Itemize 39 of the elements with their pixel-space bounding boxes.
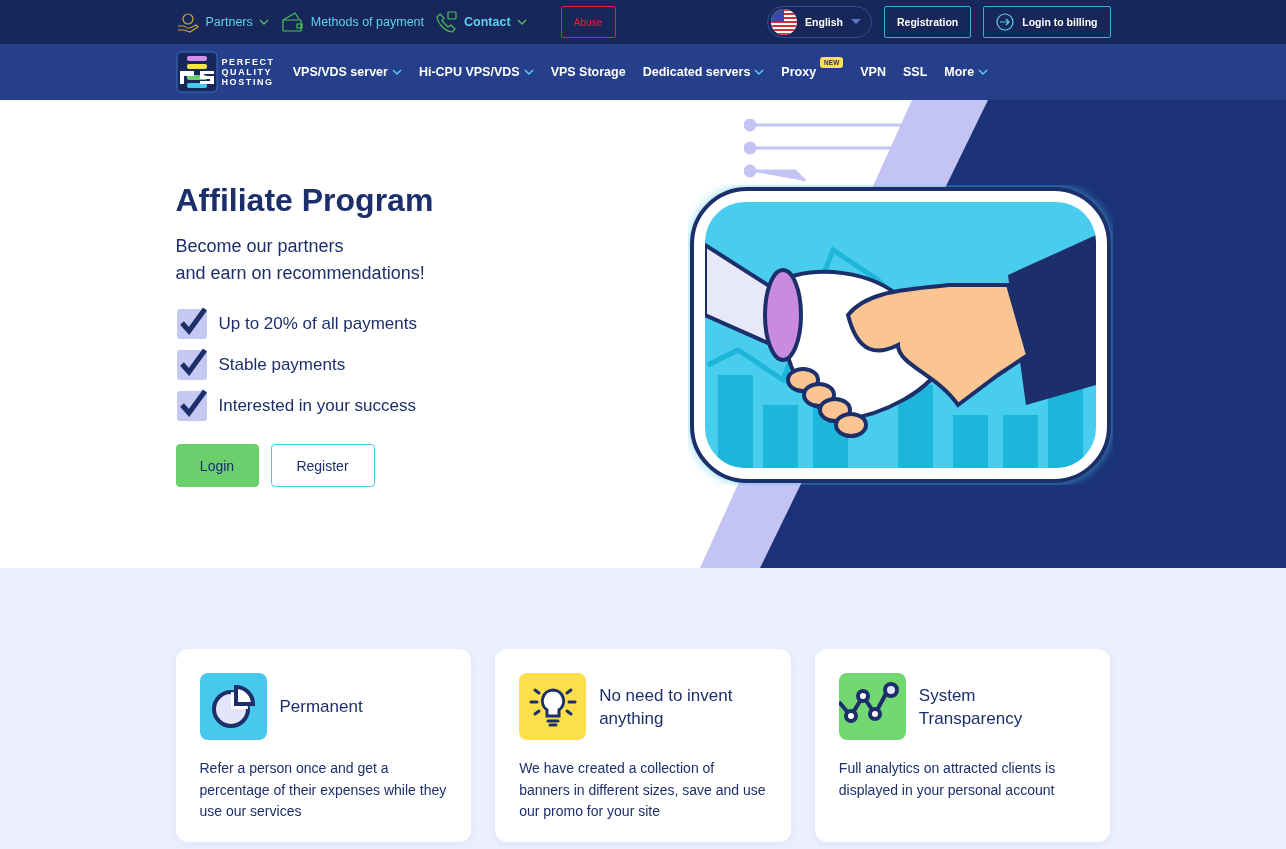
card-title: No need to invent anything	[599, 684, 734, 730]
registration-button[interactable]: Registration	[884, 6, 972, 38]
top-link[interactable]: Contact	[436, 11, 527, 33]
nav-link[interactable]: VPS/VDS server	[292, 65, 402, 79]
logo-icon	[175, 51, 218, 93]
login-button[interactable]: Login	[175, 444, 259, 487]
subtitle-text: Become our partners	[175, 235, 345, 258]
logo-text: HOSTING	[221, 77, 275, 87]
feature-text: Interested in your success	[218, 395, 416, 416]
card-title: Permanent	[279, 696, 363, 718]
top-link[interactable]: Methods of payment	[280, 11, 424, 33]
nav-link[interactable]: More	[944, 65, 989, 79]
nav-link[interactable]: SSL	[903, 65, 928, 79]
card-text: Full analytics on attracted clients is displayed in your personal account	[838, 759, 1057, 800]
login-billing-button[interactable]: Login to billing	[983, 6, 1111, 38]
logo-text: PERFECT	[221, 57, 275, 67]
logo-text: QUALITY	[221, 67, 274, 77]
nav-link[interactable]: Proxy	[781, 65, 817, 79]
top-link[interactable]: Partners	[175, 10, 269, 34]
subtitle-text: and earn on recommendations!	[175, 262, 426, 285]
coin-hand-icon	[175, 10, 200, 34]
nav-link[interactable]: VPN	[860, 65, 886, 79]
card-title: System Transparency	[918, 684, 1024, 730]
phone-icon	[436, 11, 458, 33]
caret-icon	[851, 19, 861, 25]
feature-text: Stable payments	[218, 354, 346, 375]
nav-link[interactable]: Dedicated servers	[642, 65, 765, 79]
wallet-icon	[280, 11, 305, 33]
nav-link[interactable]: Hi-CPU VPS/VDS	[418, 65, 534, 79]
page-title: Affiliate Program	[175, 182, 435, 219]
nav-link[interactable]: VPS Storage	[550, 65, 626, 79]
feature-text: Up to 20% of all payments	[218, 313, 417, 334]
card-text: Refer a person once and get a percentage of their expenses while they use our services	[199, 759, 448, 821]
pie-chart-icon	[210, 683, 256, 730]
flag-icon	[771, 9, 798, 35]
chevron-down-icon	[516, 19, 527, 25]
card-text: We have created a collection of banners in different sizes, save and use our promo for your site	[519, 759, 767, 821]
chevron-down-icon	[258, 19, 269, 25]
register-button[interactable]: Register	[270, 444, 375, 487]
